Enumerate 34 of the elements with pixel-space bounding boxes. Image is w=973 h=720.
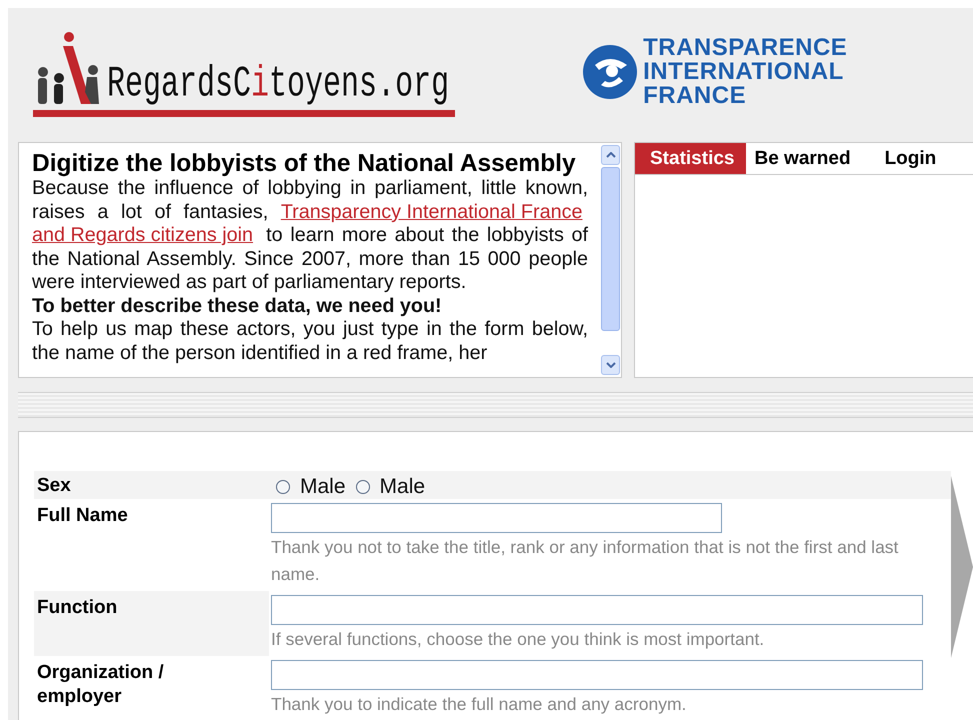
- field-hint: Thank you to indicate the full name and any acronym.: [270, 693, 688, 716]
- tab[interactable]: Be warned: [746, 143, 863, 174]
- field-label: Organization / employer: [36, 661, 165, 709]
- tab[interactable]: Statistics: [635, 143, 746, 174]
- intro-paragraph: Because the influence of lobbying in parliament, little known, raises a lot of fantasies, Transparency International France and Regards citizens join to learn more about the lobbyists of the National Assembly. Since 2007, more than 15 000 people were interviewed as part of parliamentary reports.: [32, 177, 588, 294]
- partner-logo-text: TRANSPARENCE: [643, 36, 848, 60]
- tab[interactable]: Login: [876, 143, 948, 174]
- field-hint: Thank you not to take the title, rank or any information that is not the first and last name.: [270, 536, 900, 586]
- radio-label: Male: [300, 475, 346, 499]
- intro-link[interactable]: and Regards citizens join: [32, 224, 254, 248]
- radio-button[interactable]: [276, 480, 290, 494]
- partner-logo[interactable]: TRANSPARENCE INTERNATIONAL FRANCE: [581, 36, 848, 108]
- partner-logo-text: INTERNATIONAL: [643, 60, 844, 84]
- field-label: Full Name: [36, 504, 129, 528]
- scroll-down-icon[interactable]: [601, 355, 620, 375]
- scrollbar[interactable]: [601, 145, 620, 375]
- intro-paragraph: To better describe these data, we need you!: [32, 294, 443, 318]
- intro-paragraph: To help us map these actors, you just type in the form below, the name of the person identified in a red frame, her: [32, 318, 588, 365]
- site-logo[interactable]: RegardsCitoyens.org: [33, 30, 456, 116]
- input-field[interactable]: [271, 503, 722, 533]
- partner-logo-text: FRANCE: [643, 84, 746, 108]
- field-hint: If several functions, choose the one you think is most important.: [270, 628, 766, 651]
- input-field[interactable]: [271, 660, 923, 690]
- intro-link[interactable]: Transparency International France: [280, 200, 582, 224]
- field-label: Sex: [36, 474, 72, 498]
- radio-button[interactable]: [356, 480, 370, 494]
- input-field[interactable]: [271, 595, 923, 625]
- next-arrow-icon[interactable]: [951, 476, 973, 658]
- intro-title: Digitize the lobbyists of the National Assembly: [32, 151, 577, 177]
- scroll-thumb[interactable]: [601, 167, 620, 331]
- radio-label: Male: [380, 475, 426, 499]
- globe-icon: [581, 43, 640, 101]
- scroll-up-icon[interactable]: [601, 145, 620, 165]
- site-logo-text: RegardsCitoyens.org: [106, 63, 450, 110]
